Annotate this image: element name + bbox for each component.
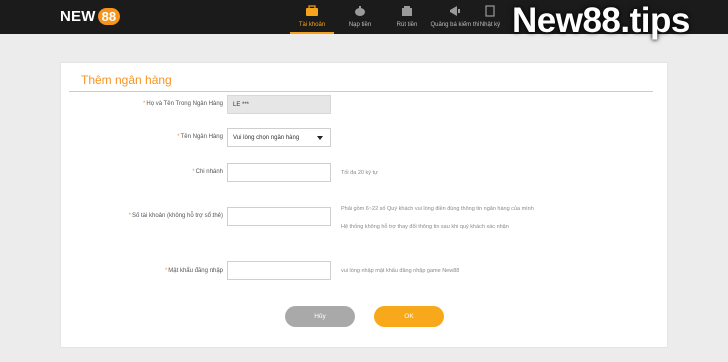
account-number-hint-2: Hệ thống không hỗ trợ thay đổi thông tin… <box>341 224 509 230</box>
logo-number: 88 <box>97 7 121 25</box>
caret-down-icon <box>317 135 323 140</box>
password-hint: vui lòng nhập mật khẩu đăng nhập game Ne… <box>341 268 460 274</box>
password-input[interactable] <box>227 261 331 280</box>
fullname-field: LE *** <box>227 95 331 114</box>
log-icon <box>484 4 496 18</box>
bank-select[interactable]: Vui lòng chọn ngân hàng <box>227 128 331 147</box>
account-icon <box>305 4 319 18</box>
nav-label: Tài khoản <box>298 22 326 28</box>
required-star: * <box>177 134 180 140</box>
colon: : <box>212 134 214 140</box>
nav-deposit[interactable]: Nạp tiền <box>334 2 386 32</box>
panel-title: Thêm ngân hàng <box>81 73 172 87</box>
wallet-icon <box>401 4 413 18</box>
nav-log[interactable]: Nhật ký <box>470 2 510 32</box>
account-number-input[interactable] <box>227 207 331 226</box>
add-bank-panel: Thêm ngân hàng *Họ và Tên Trong Ngân Hàn… <box>60 62 668 348</box>
bank-name-label: *Tên Ngân Hàng <box>177 134 223 140</box>
password-label: *Mật khẩu đăng nhập <box>164 268 223 274</box>
piggy-bank-icon <box>354 4 366 18</box>
colon: : <box>212 268 214 274</box>
required-star: * <box>164 268 168 274</box>
account-number-label: *Số tài khoản (không hỗ trợ sổ thẻ) <box>128 213 223 219</box>
megaphone-icon <box>449 4 461 18</box>
ok-button[interactable]: OK <box>374 306 444 327</box>
nav-label: Nạp tiền <box>348 22 372 28</box>
branch-input[interactable] <box>227 163 331 182</box>
watermark-text: New88.tips <box>512 1 690 40</box>
nav-account[interactable]: Tài khoản <box>286 2 338 34</box>
nav-label: Nhật ký <box>479 22 501 28</box>
required-star: * <box>128 213 131 219</box>
title-divider <box>69 91 653 92</box>
branch-label: *Chi nhánh <box>192 169 223 175</box>
nav-withdraw[interactable]: Rút tiền <box>381 2 433 32</box>
top-navigation-bar: NEW 88 Tài khoản Nạp tiền Rút tiền Quảng… <box>0 0 728 38</box>
colon: : <box>212 213 214 219</box>
cancel-button[interactable]: Hủy <box>285 306 355 327</box>
required-star: * <box>192 169 195 175</box>
new88-logo[interactable]: NEW 88 <box>60 6 121 26</box>
bank-select-value: Vui lòng chọn ngân hàng <box>233 134 300 141</box>
colon: : <box>212 101 214 107</box>
fullname-label: *Họ và Tên Trong Ngân Hàng <box>143 101 223 107</box>
colon: : <box>212 169 214 175</box>
account-number-hint: Phải gồm 6~22 số Quý khách vui lòng điền… <box>341 206 534 212</box>
branch-hint: Tối đa 20 ký tự <box>341 170 378 176</box>
logo-text: NEW <box>60 7 96 25</box>
nav-label: Rút tiền <box>396 22 418 28</box>
